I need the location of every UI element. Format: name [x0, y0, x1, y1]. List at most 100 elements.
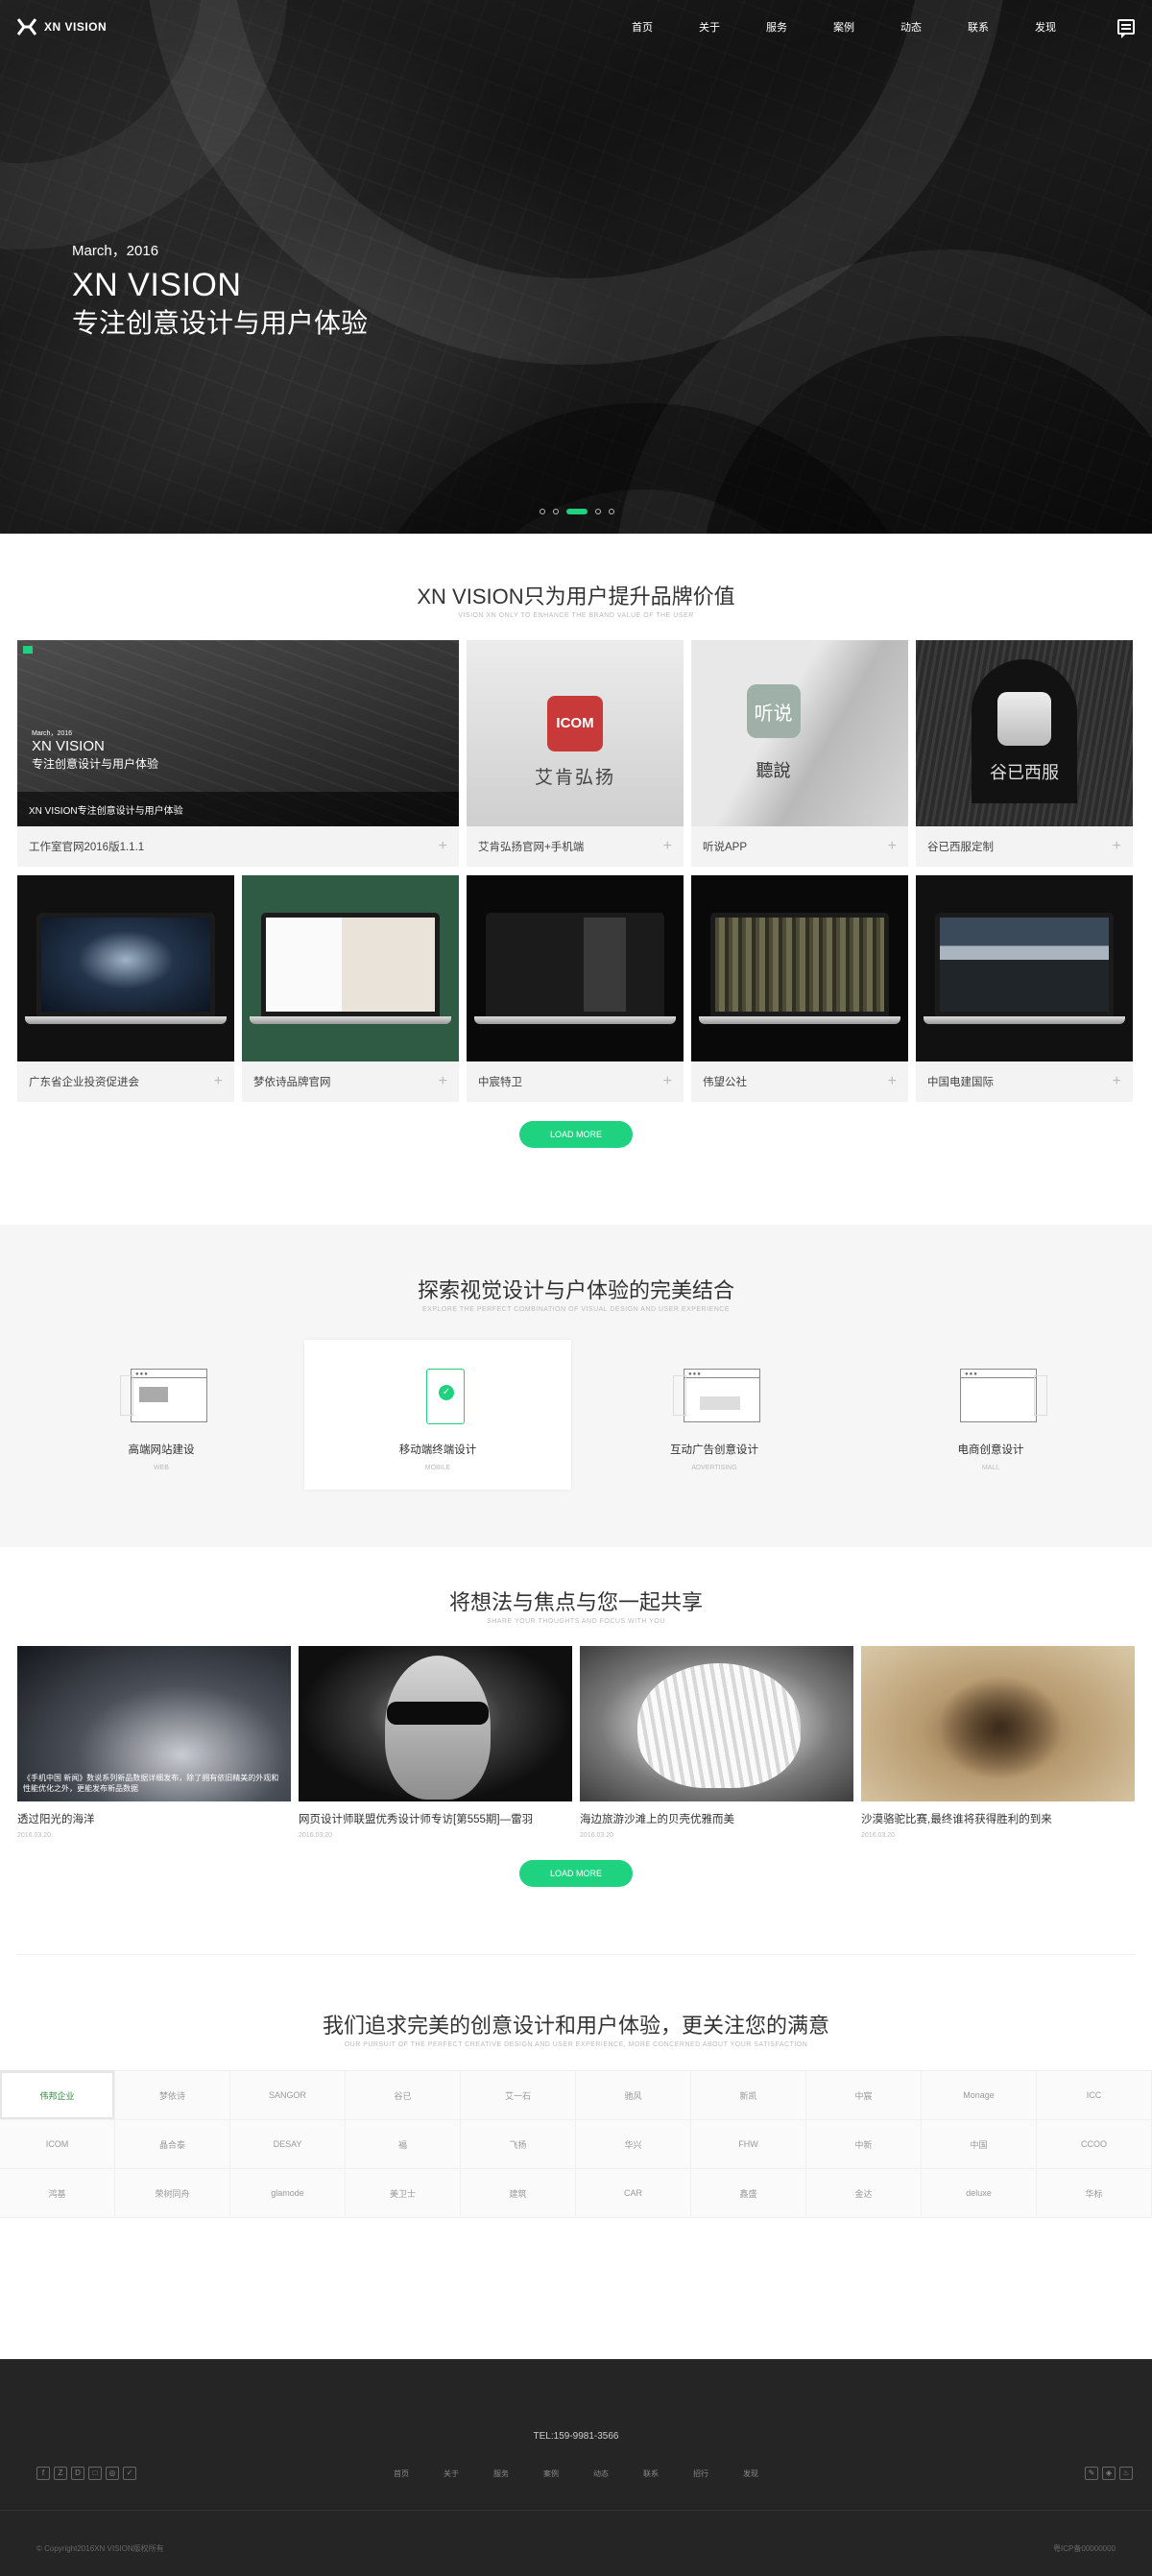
client-logo[interactable]: 中国: [921, 2119, 1037, 2169]
client-logo[interactable]: deluxe: [921, 2168, 1037, 2218]
client-logo[interactable]: CCOO: [1036, 2119, 1152, 2169]
client-logo[interactable]: 金达: [805, 2168, 922, 2218]
shop-window-icon: ●●●: [952, 1369, 1047, 1422]
service-item-mobile[interactable]: ✓ 移动端终端设计 MOBILE: [304, 1340, 571, 1490]
case-card[interactable]: 广东省企业投资促进会 +: [17, 875, 234, 1102]
client-logo[interactable]: 谷已: [345, 2070, 461, 2120]
client-logo[interactable]: 新凯: [690, 2070, 806, 2120]
footer-nav-item[interactable]: 联系: [626, 2469, 676, 2479]
plus-icon[interactable]: +: [663, 838, 672, 855]
social-icon[interactable]: ✎: [1085, 2467, 1098, 2480]
footer-nav-item[interactable]: 动态: [576, 2469, 626, 2479]
news-item[interactable]: 《手机中国 新闻》数说系列新品数据详细发布，除了拥有依旧精美的外观和性能优化之外…: [17, 1646, 291, 1839]
services-subtitle: EXPLORE THE PERFECT COMBINATION OF VISUA…: [421, 1306, 731, 1313]
laptop-mockup: [924, 913, 1125, 1024]
news-item[interactable]: 海边旅游沙滩上的贝壳优雅而美 2016.03.20: [580, 1646, 853, 1839]
cases-section: XN VISION只为用户提升品牌价值 VISION XN ONLY TO EN…: [0, 534, 1152, 1225]
client-logo[interactable]: 飞扬: [460, 2119, 576, 2169]
client-logo[interactable]: 晶合泰: [114, 2119, 230, 2169]
client-logo[interactable]: DESAY: [229, 2119, 346, 2169]
site-logo-text: XN VISION: [44, 20, 108, 34]
service-item-advertising[interactable]: ●●● 互动广告创意设计 ADVERTISING: [581, 1340, 848, 1490]
case-card[interactable]: ICOM 艾肯弘扬 艾肯弘扬官网+手机端 +: [467, 640, 684, 867]
case-caption: 工作室官网2016版1.1.1 +: [17, 826, 459, 867]
slider-dot[interactable]: [540, 509, 545, 514]
nav-item-home[interactable]: 首页: [609, 19, 676, 35]
footer-nav-item[interactable]: 发现: [726, 2469, 776, 2479]
laptop-mockup: [25, 913, 227, 1024]
slider-dot-active[interactable]: [566, 509, 588, 514]
case-card[interactable]: March，2016 XN VISION 专注创意设计与用户体验 XN VISI…: [17, 640, 459, 867]
nav-item-services[interactable]: 服务: [743, 19, 810, 35]
plus-icon[interactable]: +: [888, 1073, 897, 1090]
services-heading: 探索视觉设计与户体验的完美结合 EXPLORE THE PERFECT COMB…: [0, 1277, 1152, 1313]
client-logo[interactable]: 中新: [805, 2119, 922, 2169]
social-icon[interactable]: ♨: [1119, 2467, 1133, 2480]
logo-icon: [17, 18, 36, 36]
client-logo[interactable]: 驰风: [575, 2070, 691, 2120]
client-logo[interactable]: 艾一石: [460, 2070, 576, 2120]
footer-nav-item[interactable]: 案例: [526, 2469, 576, 2479]
case-caption: 谷已西服定制 +: [916, 826, 1133, 867]
news-load-more-button[interactable]: LOAD MORE: [519, 1860, 633, 1887]
plus-icon[interactable]: +: [888, 838, 897, 855]
client-logo[interactable]: 梦依诗: [114, 2070, 230, 2120]
client-logo[interactable]: 华兴: [575, 2119, 691, 2169]
nav-item-about[interactable]: 关于: [676, 19, 743, 35]
client-logo[interactable]: ICOM: [0, 2119, 115, 2169]
footer-nav-item[interactable]: 招行: [676, 2469, 726, 2479]
client-logo[interactable]: Monage: [921, 2070, 1037, 2120]
case-thumbnail: 谷已西服: [916, 640, 1133, 826]
footer-nav-item[interactable]: 首页: [376, 2469, 426, 2479]
site-logo[interactable]: XN VISION: [17, 18, 107, 36]
cases-load-more-button[interactable]: LOAD MORE: [519, 1121, 633, 1148]
case-thumbnail-brand: 艾肯弘扬: [534, 767, 615, 788]
plus-icon[interactable]: +: [1113, 1073, 1121, 1090]
news-item[interactable]: 网页设计师联盟优秀设计师专访[第555期]—雷羽 2016.03.20: [299, 1646, 572, 1839]
case-card[interactable]: 梦依诗品牌官网 +: [242, 875, 459, 1102]
slider-dot[interactable]: [553, 509, 559, 514]
client-logo[interactable]: 福: [345, 2119, 461, 2169]
service-item-web[interactable]: ●●● 高端网站建设 WEB: [28, 1340, 295, 1490]
plus-icon[interactable]: +: [214, 1073, 223, 1090]
client-logo[interactable]: 鸿基: [0, 2168, 115, 2218]
client-logo[interactable]: 美卫士: [345, 2168, 461, 2218]
main-nav: 首页 关于 服务 案例 动态 联系 发现: [609, 19, 1079, 35]
client-logo[interactable]: ICC: [1036, 2070, 1152, 2120]
news-item-date: 2016.03.20: [17, 1832, 52, 1839]
plus-icon[interactable]: +: [439, 838, 447, 855]
nav-item-contact[interactable]: 联系: [945, 19, 1012, 35]
case-thumbnail-subtitle: 专注创意设计与用户体验: [32, 757, 159, 771]
nav-item-cases[interactable]: 案例: [810, 19, 877, 35]
footer-nav-item[interactable]: 服务: [476, 2469, 526, 2479]
plus-icon[interactable]: +: [439, 1073, 447, 1090]
plus-icon[interactable]: +: [663, 1073, 672, 1090]
client-logo[interactable]: glamode: [229, 2168, 346, 2218]
nav-item-discover[interactable]: 发现: [1012, 19, 1079, 35]
client-logo[interactable]: 荣树同舟: [114, 2168, 230, 2218]
case-card[interactable]: 谷已西服 谷已西服定制 +: [916, 640, 1133, 867]
plus-icon[interactable]: +: [1113, 838, 1121, 855]
client-logo[interactable]: 中宸: [805, 2070, 922, 2120]
service-item-mall[interactable]: ●●● 电商创意设计 Mall: [857, 1340, 1124, 1490]
client-logo[interactable]: CAR: [575, 2168, 691, 2218]
chat-icon[interactable]: [1117, 19, 1135, 38]
case-card[interactable]: 伟望公社 +: [691, 875, 908, 1102]
client-logo[interactable]: FHW: [690, 2119, 806, 2169]
social-icon[interactable]: ◈: [1102, 2467, 1116, 2480]
clients-title: 我们追求完美的创意设计和用户体验，更关注您的满意: [322, 2014, 829, 2038]
news-item[interactable]: 沙漠骆驼比赛,最终谁将获得胜利的到来 2016.03.20: [861, 1646, 1135, 1839]
client-logo[interactable]: 华标: [1036, 2168, 1152, 2218]
nav-item-news[interactable]: 动态: [877, 19, 945, 35]
case-card[interactable]: 听说 聽說 听说APP +: [691, 640, 908, 867]
case-card[interactable]: 中国电建国际 +: [916, 875, 1133, 1102]
client-logo[interactable]: 建筑: [460, 2168, 576, 2218]
client-logo[interactable]: 伟邦企业: [0, 2070, 115, 2120]
footer-nav-item[interactable]: 关于: [426, 2469, 476, 2479]
client-logo[interactable]: 鑫盛: [690, 2168, 806, 2218]
slider-dot[interactable]: [609, 509, 614, 514]
case-thumbnail-title: XN VISION: [32, 738, 105, 754]
client-logo[interactable]: SANGOR: [229, 2070, 346, 2120]
case-card[interactable]: 中宸特卫 +: [467, 875, 684, 1102]
slider-dot[interactable]: [595, 509, 601, 514]
